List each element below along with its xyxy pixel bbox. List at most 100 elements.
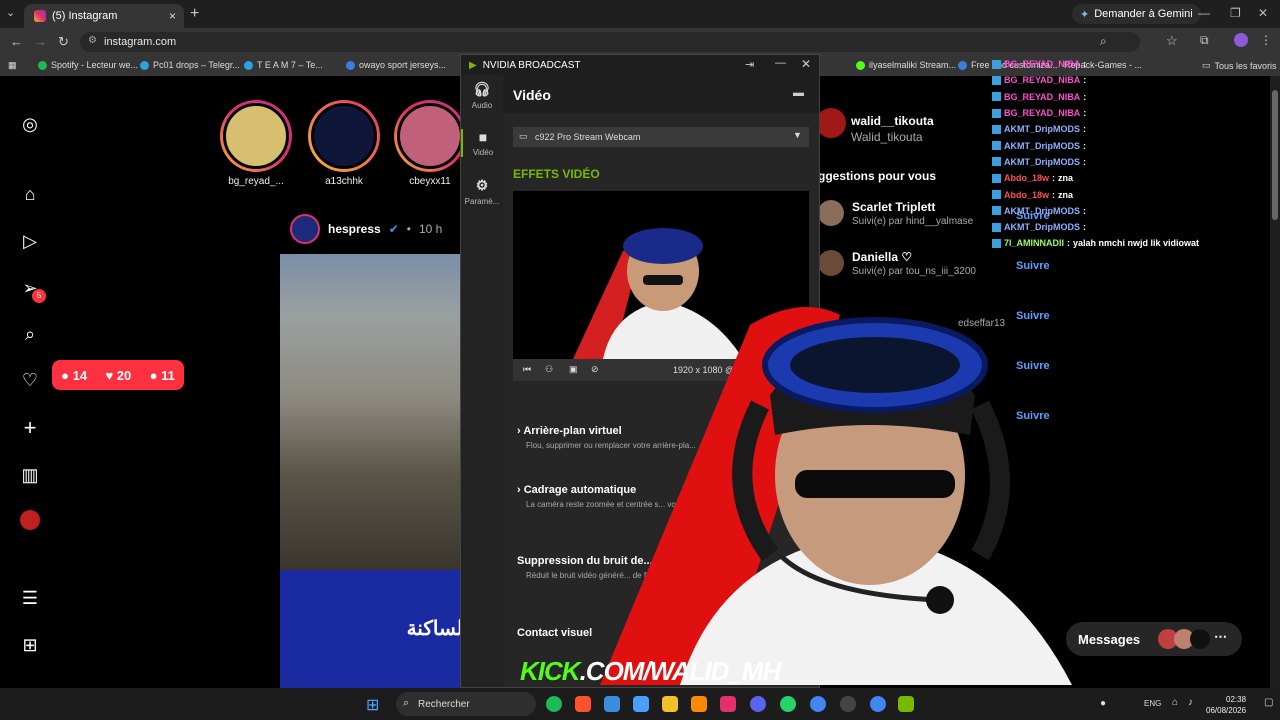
- menu-icon[interactable]: ⋮: [1260, 33, 1272, 47]
- zoom-icon[interactable]: ⌕: [1100, 34, 1107, 49]
- post-author[interactable]: hespress: [328, 222, 381, 236]
- language-indicator[interactable]: ENG: [1144, 699, 1161, 708]
- tab-instagram[interactable]: (5) Instagram ×: [24, 4, 184, 28]
- reload-icon[interactable]: ↻: [58, 34, 69, 50]
- apps-icon[interactable]: ▦: [8, 60, 17, 71]
- bookmark-pc01[interactable]: Pc01 drops – Telegr...: [140, 60, 240, 70]
- search-icon[interactable]: ⌕: [20, 324, 40, 344]
- explorer-icon[interactable]: [662, 696, 678, 712]
- chat-username: AKMT_DripMODS: [1004, 124, 1080, 135]
- chat-badge-icon: [992, 222, 1001, 232]
- close-window-icon[interactable]: ✕: [1258, 6, 1268, 20]
- feedback-icon[interactable]: ▬: [793, 87, 804, 99]
- url-input[interactable]: ⚙ instagram.com: [80, 32, 1140, 52]
- tab-list-icon[interactable]: ⌄: [6, 6, 15, 19]
- close-icon[interactable]: ✕: [801, 57, 811, 71]
- bookmark-star-icon[interactable]: ☆: [1166, 33, 1178, 49]
- snapshot-icon[interactable]: ▣: [569, 364, 578, 375]
- create-icon[interactable]: +: [20, 417, 40, 439]
- mic-icon[interactable]: ●: [1100, 698, 1106, 709]
- vlc-icon[interactable]: [691, 696, 707, 712]
- suggestions-title: ggestions pour vous: [818, 169, 937, 183]
- story-item[interactable]: bg_reyad_...: [220, 100, 292, 187]
- store-icon[interactable]: [633, 696, 649, 712]
- bookmark-spotify[interactable]: Spotify - Lecteur we...: [38, 60, 138, 70]
- close-tab-icon[interactable]: ×: [169, 9, 176, 23]
- sidebar-item-video[interactable]: ■ Vidéo: [461, 129, 503, 157]
- instagram-logo-icon[interactable]: ◎: [20, 114, 40, 134]
- reels-icon[interactable]: ▷: [20, 231, 40, 251]
- verified-icon: ✔: [388, 222, 399, 236]
- browser-tabbar: ⌄ (5) Instagram × + ✦ Demander à Gemini …: [0, 0, 1280, 28]
- profile-avatar-icon[interactable]: [20, 510, 40, 530]
- messages-dock[interactable]: Messages ⋯: [1066, 622, 1242, 656]
- profile-avatar[interactable]: [1234, 33, 1248, 47]
- sidebar-item-settings[interactable]: ⚙ Paramè...: [461, 177, 503, 206]
- network-icon[interactable]: ⌂: [1172, 697, 1178, 708]
- post-image[interactable]: [280, 254, 460, 570]
- instagram-icon[interactable]: [720, 696, 736, 712]
- post-header: hespress ✔ • 10 h: [290, 214, 442, 244]
- chat-line: 7l_AMINNADII : yalah nmchi nwjd lik vidi…: [992, 235, 1232, 251]
- spotify-icon[interactable]: [546, 696, 562, 712]
- more-icon[interactable]: ⋯: [1214, 629, 1227, 645]
- camera-select[interactable]: ▭ c922 Pro Stream Webcam ▼: [513, 127, 809, 147]
- bookmark-team7[interactable]: T E A M 7 – Te...: [244, 60, 323, 70]
- chat-badge-icon: [992, 124, 1001, 134]
- notifications-icon[interactable]: ♡: [20, 370, 40, 390]
- chat-message: yalah nmchi nwjd lik vidiowat: [1073, 238, 1200, 249]
- scrollbar-thumb[interactable]: [1272, 90, 1278, 220]
- start-icon[interactable]: ⊞: [366, 695, 379, 715]
- chat-line: BG_REYAD_NIBA :: [992, 56, 1232, 72]
- discord-icon[interactable]: [750, 696, 766, 712]
- dashboard-icon[interactable]: ▥: [20, 465, 40, 485]
- maximize-icon[interactable]: ❐: [1230, 6, 1241, 20]
- back-icon[interactable]: ←: [10, 34, 23, 49]
- sidebar-item-audio[interactable]: 🎧︎ Audio: [461, 81, 503, 110]
- chrome-icon[interactable]: [810, 696, 826, 712]
- story-item[interactable]: a13chhk: [308, 100, 380, 187]
- chat-line: AKMT_DripMODS :: [992, 121, 1232, 137]
- chat-line: Abdo_18w : zna: [992, 170, 1232, 186]
- skip-icon[interactable]: ⏮: [523, 364, 531, 375]
- people-icon[interactable]: ⚇: [545, 364, 553, 375]
- home-icon[interactable]: ⌂: [20, 184, 40, 204]
- new-tab-icon[interactable]: +: [190, 5, 199, 23]
- story-avatar: [311, 103, 377, 169]
- story-item[interactable]: cbeyxx11: [394, 100, 466, 187]
- chat-line: BG_REYAD_NIBA :: [992, 105, 1232, 121]
- notification-popup[interactable]: ● 14 ♥ 20 ● 11: [52, 360, 184, 390]
- chat-username: AKMT_DripMODS: [1004, 205, 1080, 216]
- minimize-icon[interactable]: —: [775, 57, 786, 69]
- pin-icon[interactable]: ⇥: [745, 58, 754, 71]
- follow-button[interactable]: Suivre: [1016, 260, 1050, 272]
- extensions-icon[interactable]: ⧉: [1200, 33, 1209, 48]
- account-avatar[interactable]: [816, 108, 846, 138]
- bookmark-ilyaselmaliki[interactable]: ilyaselmaliki Stream...: [856, 60, 956, 70]
- obs-icon[interactable]: [840, 696, 856, 712]
- meta-apps-icon[interactable]: ⊞: [20, 635, 40, 655]
- hide-preview-icon[interactable]: ⊘: [591, 364, 599, 375]
- notification-center-icon[interactable]: ▢: [1264, 697, 1273, 708]
- taskbar-clock[interactable]: 02:38 06/08/2026: [1206, 694, 1246, 716]
- minimize-icon[interactable]: —: [1198, 6, 1210, 20]
- account-username[interactable]: walid__tikouta: [851, 114, 934, 128]
- bookmark-owayo[interactable]: owayo sport jerseys...: [346, 60, 446, 70]
- site-info-icon[interactable]: ⚙: [88, 35, 97, 46]
- volume-icon[interactable]: ♪: [1188, 697, 1193, 708]
- post-author-avatar[interactable]: [290, 214, 320, 244]
- gemini-button[interactable]: ✦ Demander à Gemini: [1072, 4, 1201, 24]
- nvidia-titlebar: ▶ NVIDIA BROADCAST ⇥ — ✕: [461, 55, 819, 75]
- defender-icon[interactable]: [604, 696, 620, 712]
- scrollbar[interactable]: [1270, 76, 1280, 688]
- nvidia-broadcast-icon[interactable]: [898, 696, 914, 712]
- chrome-active-icon[interactable]: [870, 696, 886, 712]
- brave-icon[interactable]: [575, 696, 591, 712]
- more-menu-icon[interactable]: ☰: [20, 588, 40, 608]
- suggestion-avatar: [818, 200, 844, 226]
- message-avatar: [1190, 629, 1210, 649]
- search-icon: ⌕: [403, 697, 410, 709]
- whatsapp-icon[interactable]: [780, 696, 796, 712]
- taskbar-search[interactable]: ⌕ Rechercher: [396, 692, 536, 716]
- forward-icon[interactable]: →: [34, 34, 47, 49]
